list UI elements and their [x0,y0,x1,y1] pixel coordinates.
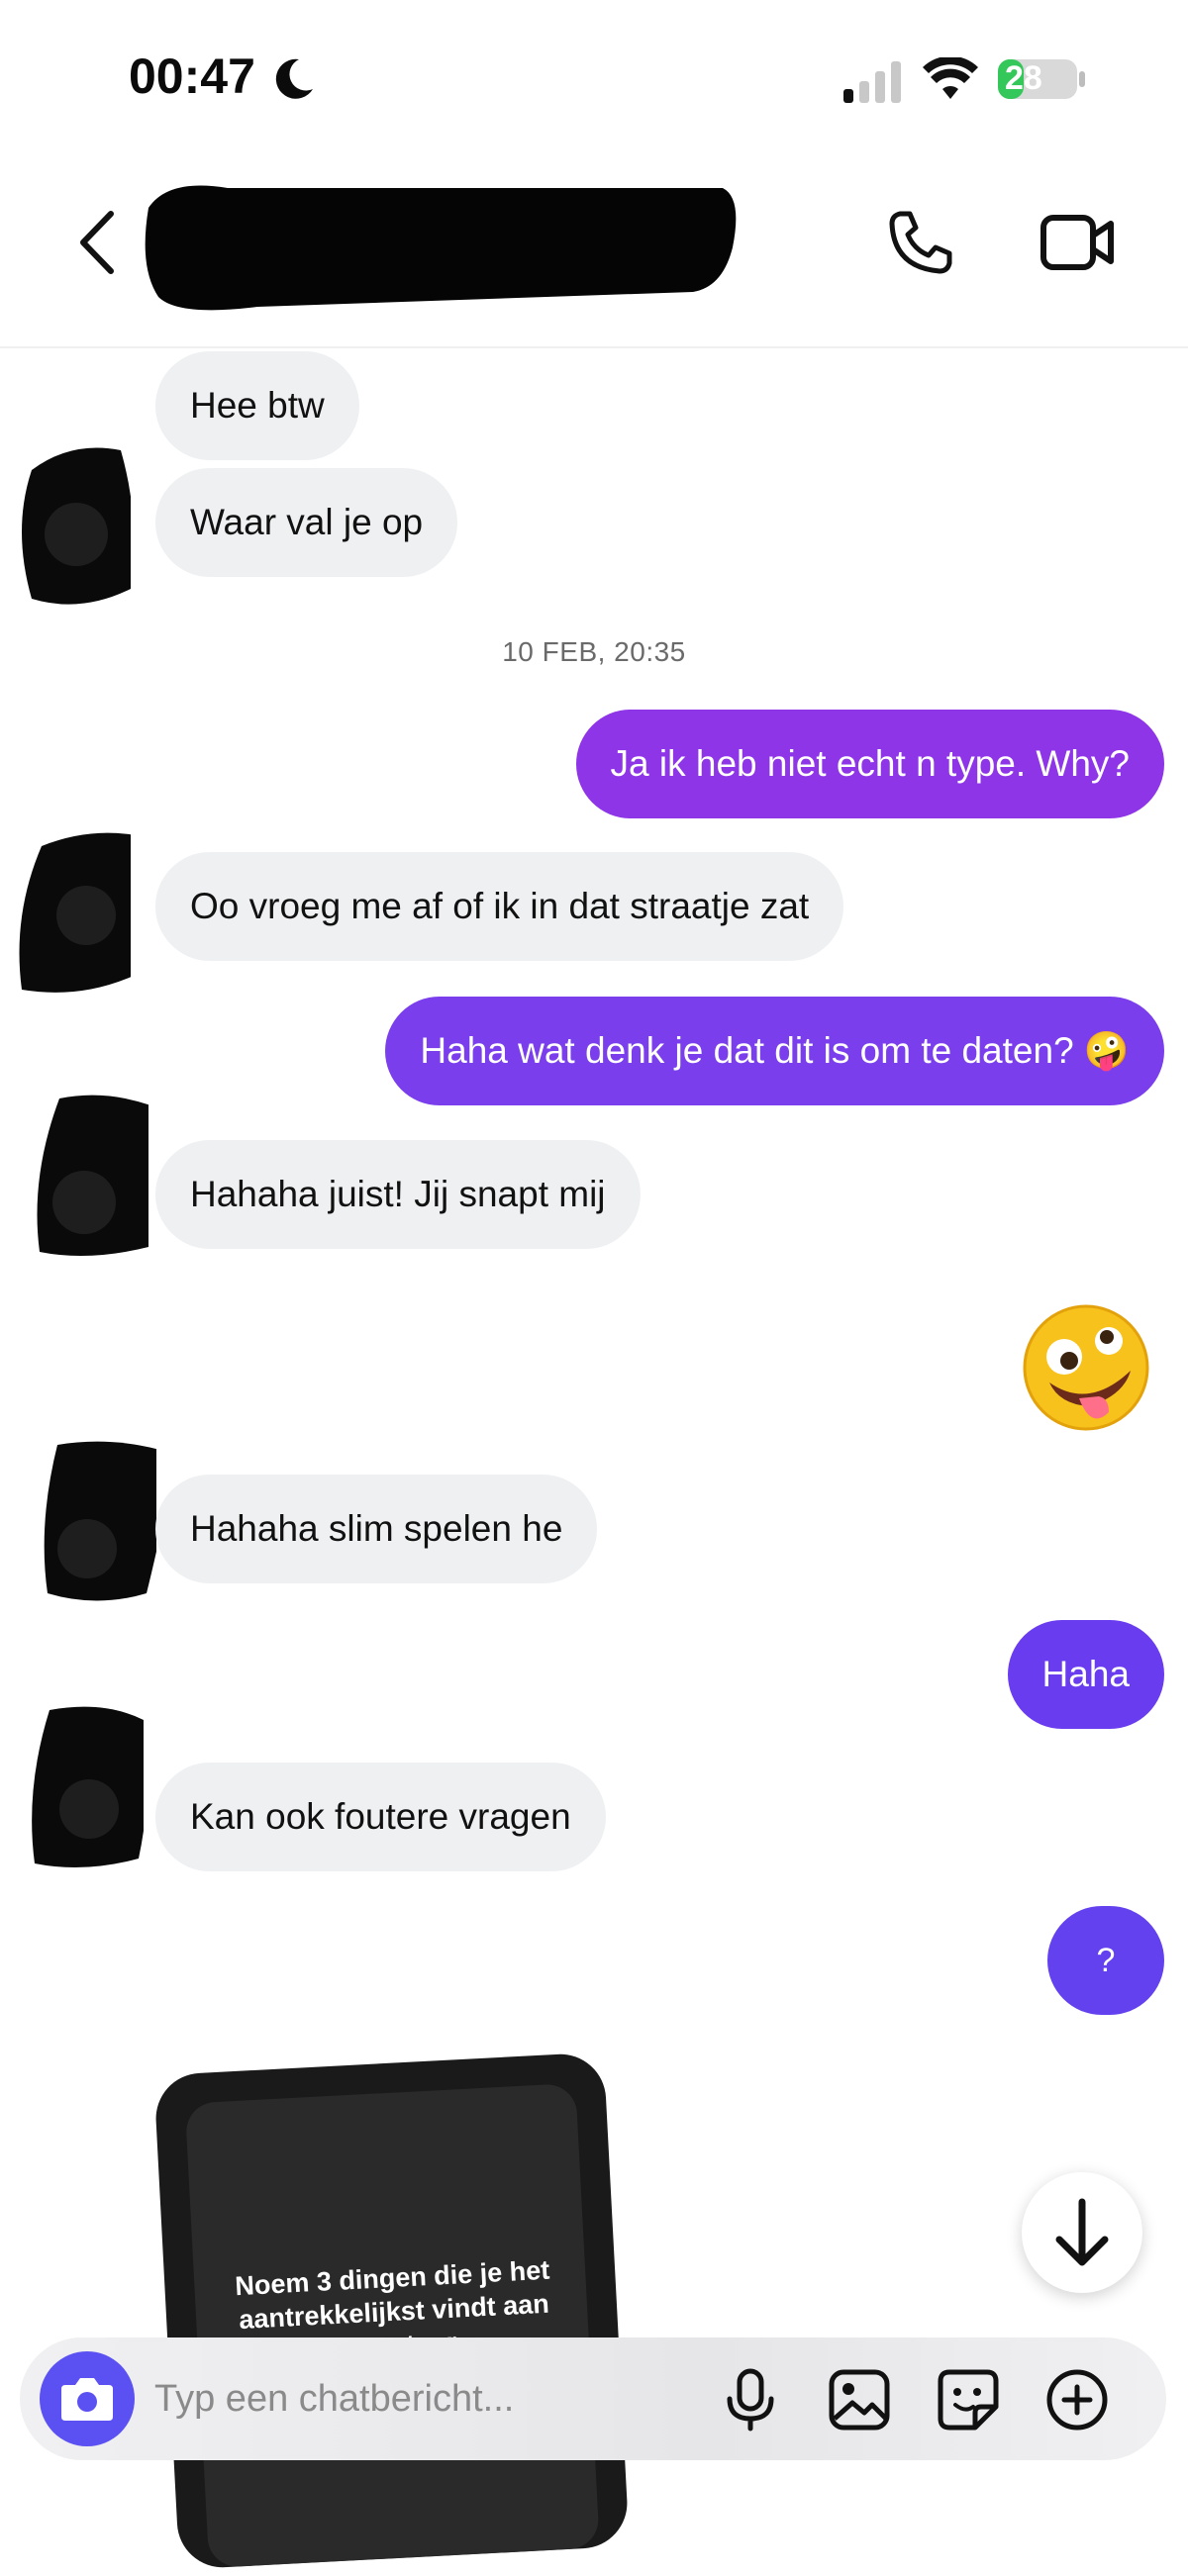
wifi-icon [923,57,978,99]
plus-icon[interactable] [1044,2367,1110,2433]
message-outgoing[interactable]: Haha [1007,1620,1164,1729]
battery-level: 28 [1005,59,1042,97]
chat-header [0,148,1188,348]
moon-icon [275,58,313,99]
avatar[interactable] [12,440,131,609]
shared-question-card[interactable]: Noem 3 dingen die je het aantrekkelijkst… [153,2051,630,2570]
avatar[interactable] [12,826,131,995]
message-outgoing[interactable]: Ja ik heb niet echt n type. Why? [575,710,1164,818]
chevron-left-icon[interactable] [77,208,117,277]
message-outgoing[interactable]: ? [1047,1906,1164,2015]
image-icon[interactable] [827,2367,892,2433]
arrow-down-icon [1055,2198,1109,2266]
camera-icon [61,2378,113,2421]
zany-face-sticker[interactable] [1020,1301,1153,1435]
avatar[interactable] [25,1700,144,1868]
sticker-icon[interactable] [936,2367,1001,2433]
message-incoming[interactable]: Oo vroeg me af of ik in dat straatje zat [155,852,844,961]
avatar[interactable] [38,1435,156,1603]
message-incoming[interactable]: Hahaha slim spelen he [155,1475,598,1583]
status-bar: 00:47 28 [0,0,1188,148]
avatar[interactable] [30,1089,148,1257]
scroll-to-bottom-button[interactable] [1022,2172,1142,2293]
status-time: 00:47 [129,48,255,104]
microphone-icon[interactable] [718,2367,783,2433]
message-input[interactable] [154,2337,709,2460]
video-camera-icon[interactable] [1040,210,1117,275]
message-outgoing[interactable]: Haha wat denk je dat dit is om te daten?… [385,997,1164,1105]
message-incoming[interactable]: Waar val je op [155,468,458,577]
message-incoming[interactable]: Kan ook foutere vragen [155,1763,606,1871]
signal-icon [843,61,901,103]
message-incoming[interactable]: Hahaha juist! Jij snapt mij [155,1140,641,1249]
message-composer [20,2337,1166,2460]
contact-name-redacted[interactable] [139,168,742,317]
date-separator: 10 FEB, 20:35 [502,636,686,667]
camera-button[interactable] [40,2351,135,2446]
phone-icon[interactable] [886,208,955,277]
message-incoming[interactable]: Hee btw [155,351,359,460]
